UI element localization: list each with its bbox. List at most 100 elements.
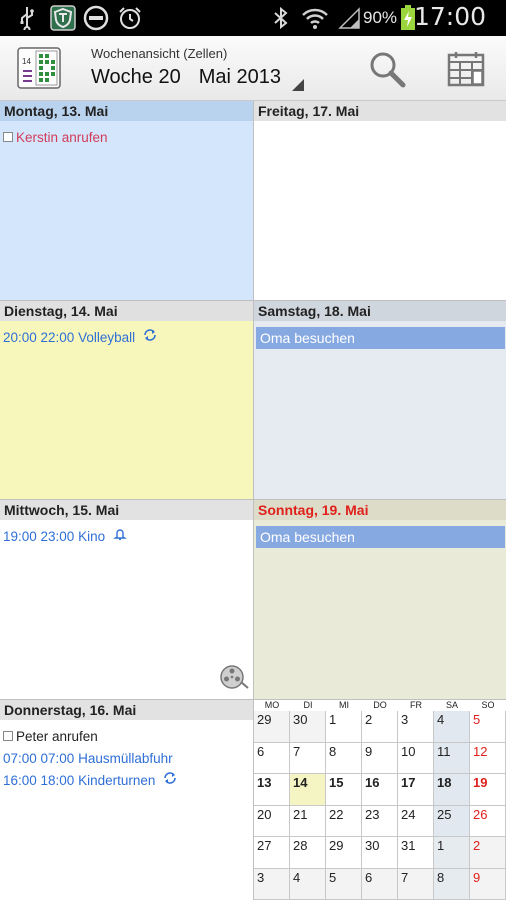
task-text: Kerstin anrufen: [16, 130, 108, 145]
mini-day-cell[interactable]: 21: [290, 805, 326, 837]
allday-event[interactable]: Oma besuchen: [256, 327, 505, 349]
mini-day-cell[interactable]: 29: [326, 837, 362, 869]
mini-day-cell[interactable]: 19: [470, 774, 506, 806]
mini-day-cell[interactable]: 27: [254, 837, 290, 869]
event-text: 07:00 07:00 Hausmüllabfuhr: [3, 751, 173, 766]
mini-day-cell[interactable]: 1: [326, 711, 362, 743]
day-header: Donnerstag, 16. Mai: [0, 700, 253, 720]
mini-day-cell[interactable]: 2: [362, 711, 398, 743]
day-cell-friday[interactable]: Freitag, 17. Mai: [254, 101, 506, 300]
day-cell-thursday[interactable]: Donnerstag, 16. Mai Peter anrufen 07:00 …: [0, 700, 253, 900]
mini-day-cell[interactable]: 5: [470, 711, 506, 743]
mini-day-cell[interactable]: 30: [362, 837, 398, 869]
mini-day-cell[interactable]: 13: [254, 774, 290, 806]
mini-day-cell[interactable]: 11: [434, 742, 470, 774]
app-logo-icon[interactable]: 14: [16, 46, 62, 90]
mini-day-cell[interactable]: 20: [254, 805, 290, 837]
task-item[interactable]: Kerstin anrufen: [0, 127, 253, 149]
battery-percent: 90%: [363, 8, 398, 27]
bluetooth-icon: [270, 5, 292, 31]
mini-day-cell[interactable]: 3: [398, 711, 434, 743]
task-checkbox[interactable]: [3, 731, 13, 742]
mini-day-cell[interactable]: 4: [290, 868, 326, 900]
film-reel-icon[interactable]: [219, 664, 249, 695]
mini-day-cell[interactable]: 12: [470, 742, 506, 774]
mini-day-cell[interactable]: 28: [290, 837, 326, 869]
week-label: Woche 20: [91, 66, 181, 88]
view-spinner-indicator[interactable]: [292, 79, 304, 91]
day-header: Montag, 13. Mai: [0, 101, 253, 121]
search-icon: [370, 52, 406, 88]
day-cell-tuesday[interactable]: Dienstag, 14. Mai 20:00 22:00 Volleyball: [0, 301, 253, 499]
mini-month-days: 29 30 1 2 3 4 5 6 7 8 9 10 11 12 13 14 15 16 17 18 19 20 21 22 2…: [254, 711, 506, 900]
mini-day-cell[interactable]: 25: [434, 805, 470, 837]
day-header: Sonntag, 19. Mai: [254, 500, 506, 520]
mini-day-cell[interactable]: 1: [434, 837, 470, 869]
mini-day-cell[interactable]: 9: [470, 868, 506, 900]
task-item[interactable]: Peter anrufen: [0, 726, 253, 748]
event-text: 16:00 18:00 Kinderturnen: [3, 773, 156, 788]
mini-day-cell[interactable]: 30: [290, 711, 326, 743]
day-header: Mittwoch, 15. Mai: [0, 500, 253, 520]
status-bar: 90% 17:00: [0, 0, 506, 36]
calendar-view-icon: [447, 52, 485, 87]
mini-day-cell[interactable]: 6: [362, 868, 398, 900]
mini-day-cell[interactable]: 26: [470, 805, 506, 837]
alarm-icon: [116, 5, 144, 31]
view-title[interactable]: Woche 20 Mai 2013: [91, 66, 281, 89]
day-cell-saturday[interactable]: Samstag, 18. Mai Oma besuchen: [254, 301, 506, 499]
task-checkbox[interactable]: [3, 132, 13, 143]
mini-day-cell[interactable]: 14: [290, 774, 326, 806]
mini-day-cell[interactable]: 22: [326, 805, 362, 837]
mini-day-cell[interactable]: 10: [398, 742, 434, 774]
mini-day-cell[interactable]: 7: [398, 868, 434, 900]
event-text: 19:00 23:00 Kino: [3, 529, 106, 544]
mini-day-cell[interactable]: 17: [398, 774, 434, 806]
mini-week-row: 20 21 22 23 24 25 26: [254, 805, 506, 837]
repeat-icon: [163, 770, 177, 792]
day-header: Freitag, 17. Mai: [254, 101, 506, 121]
mini-day-cell[interactable]: 8: [434, 868, 470, 900]
day-header: Samstag, 18. Mai: [254, 301, 506, 321]
mini-day-cell[interactable]: 23: [362, 805, 398, 837]
usb-icon: [16, 5, 38, 31]
mini-day-cell[interactable]: 16: [362, 774, 398, 806]
mini-day-cell[interactable]: 6: [254, 742, 290, 774]
view-subtitle: Wochenansicht (Zellen): [91, 46, 228, 61]
allday-event[interactable]: Oma besuchen: [256, 526, 505, 548]
mini-week-row: 27 28 29 30 31 1 2: [254, 837, 506, 869]
mini-day-cell[interactable]: 31: [398, 837, 434, 869]
mini-weekday-label: DI: [303, 700, 313, 710]
mini-day-cell[interactable]: 29: [254, 711, 290, 743]
wifi-icon: [300, 5, 330, 31]
day-cell-wednesday[interactable]: Mittwoch, 15. Mai 19:00 23:00 Kino: [0, 500, 253, 699]
search-button[interactable]: [362, 44, 412, 94]
mini-day-cell[interactable]: 3: [254, 868, 290, 900]
shield-app-icon: [49, 5, 77, 31]
mini-day-cell[interactable]: 4: [434, 711, 470, 743]
event-item[interactable]: 19:00 23:00 Kino: [0, 526, 253, 548]
event-item[interactable]: 07:00 07:00 Hausmüllabfuhr: [0, 748, 253, 770]
mini-day-cell[interactable]: 15: [326, 774, 362, 806]
event-item[interactable]: 20:00 22:00 Volleyball: [0, 327, 253, 349]
mini-day-cell[interactable]: 24: [398, 805, 434, 837]
signal-icon: [337, 5, 361, 31]
mini-weekday-label: SO: [481, 700, 495, 710]
day-header: Dienstag, 14. Mai: [0, 301, 253, 321]
mini-weekday-label: FR: [410, 700, 422, 710]
mini-week-row: 3456789: [254, 868, 506, 900]
mini-day-cell[interactable]: 7: [290, 742, 326, 774]
event-item[interactable]: 16:00 18:00 Kinderturnen: [0, 770, 253, 792]
mini-day-cell[interactable]: 5: [326, 868, 362, 900]
mini-day-cell[interactable]: 8: [326, 742, 362, 774]
mini-day-cell[interactable]: 2: [470, 837, 506, 869]
day-cell-sunday[interactable]: Sonntag, 19. Mai Oma besuchen: [254, 500, 506, 699]
calendar-view-button[interactable]: [441, 44, 491, 94]
mini-week-row: 29 30 1 2 3 4 5: [254, 711, 506, 743]
mini-day-cell[interactable]: 18: [434, 774, 470, 806]
day-cell-monday[interactable]: Montag, 13. Mai Kerstin anrufen: [0, 101, 253, 300]
mini-month-calendar[interactable]: MO DI MI DO FR SA SO 29 30 1 2 3 4 5 6 7 8 9 10 11 12 13 14 15…: [254, 700, 506, 900]
mini-day-cell[interactable]: 9: [362, 742, 398, 774]
mini-weekday-header: MO DI MI DO FR SA SO: [254, 700, 506, 711]
task-text: Peter anrufen: [16, 729, 98, 744]
